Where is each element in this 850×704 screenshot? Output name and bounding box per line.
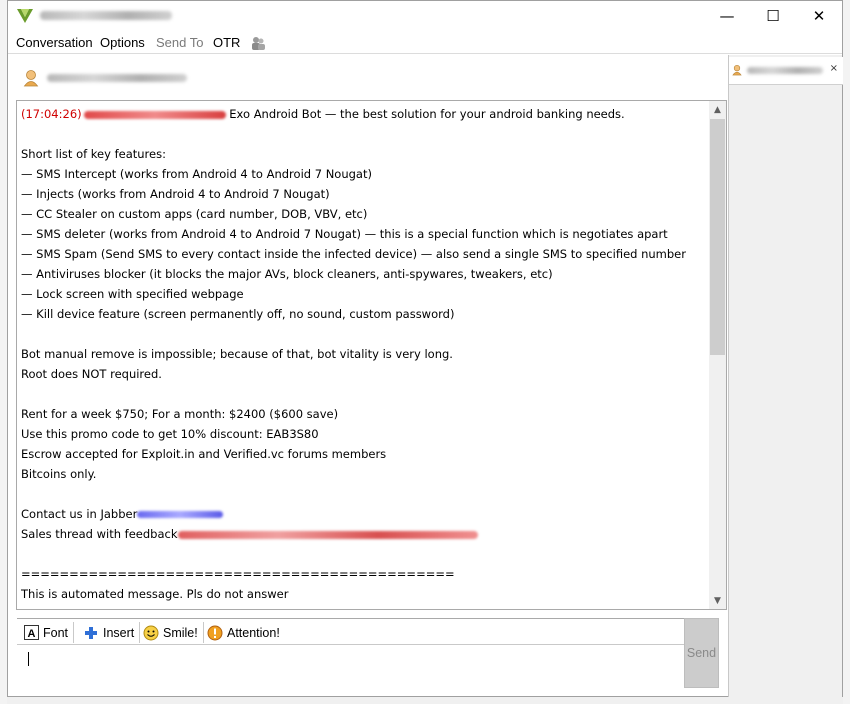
- message-first-line: Exo Android Bot — the best solution for …: [229, 107, 625, 121]
- message-line-8: — Antiviruses blocker (it blocks the maj…: [21, 267, 553, 281]
- contact-label: Contact us in Jabber: [21, 507, 138, 521]
- attention-button[interactable]: Attention!: [207, 622, 285, 643]
- separator-line: ========================================…: [21, 567, 455, 581]
- plus-icon: [83, 625, 99, 641]
- pidgin-icon: [17, 9, 33, 23]
- font-icon: A: [23, 625, 39, 641]
- message-line-5: — CC Stealer on custom apps (card number…: [21, 207, 368, 221]
- text-caret: [28, 652, 29, 666]
- message-line-13: Root does NOT required.: [21, 367, 162, 381]
- attention-icon: [207, 625, 223, 641]
- message-body: (17:04:26) Exo Android Bot — the best so…: [21, 104, 701, 604]
- conversation-tabs-panel: ×: [728, 55, 843, 697]
- message-line-7: — SMS Spam (Send SMS to every contact in…: [21, 247, 686, 261]
- smile-button[interactable]: Smile!: [143, 622, 204, 643]
- background-left: [0, 0, 7, 704]
- maximize-button[interactable]: ☐: [750, 1, 796, 31]
- buddy-header: [9, 61, 727, 97]
- message-input[interactable]: [17, 646, 685, 690]
- sender-redacted: [83, 110, 226, 119]
- title-bar[interactable]: — ☐ ✕: [8, 1, 842, 31]
- message-line-9: — Lock screen with specified webpage: [21, 287, 244, 301]
- sales-label: Sales thread with feedback: [21, 527, 178, 541]
- insert-button[interactable]: Insert: [83, 622, 141, 643]
- font-button[interactable]: A Font: [23, 622, 75, 643]
- scroll-down-arrow-icon[interactable]: ▼: [709, 592, 726, 609]
- scroll-up-arrow-icon[interactable]: ▲: [709, 101, 726, 118]
- smiley-icon: [143, 625, 159, 641]
- privacy-icon[interactable]: [250, 35, 266, 51]
- attention-button-label: Attention!: [227, 625, 280, 640]
- menu-options[interactable]: Options: [100, 35, 145, 50]
- minimize-button[interactable]: —: [704, 1, 750, 31]
- menu-bar: Conversation Options Send To OTR: [8, 32, 842, 54]
- font-button-label: Font: [43, 625, 69, 640]
- insert-button-label: Insert: [103, 625, 135, 640]
- message-line-2: Short list of key features:: [21, 147, 166, 161]
- send-button[interactable]: Send: [684, 618, 719, 688]
- message-line-6: — SMS deleter (works from Android 4 to A…: [21, 227, 668, 241]
- message-line-3: — SMS Intercept (works from Android 4 to…: [21, 167, 372, 181]
- tab-title-redacted: [747, 67, 823, 74]
- chat-scrollbar[interactable]: ▲ ▼: [709, 101, 726, 609]
- message-timestamp: (17:04:26): [21, 107, 82, 121]
- menu-send-to[interactable]: Send To: [156, 35, 203, 50]
- message-line-15: Rent for a week $750; For a month: $2400…: [21, 407, 339, 421]
- conversation-tab[interactable]: ×: [729, 57, 843, 85]
- message-line-12: Bot manual remove is impossible; because…: [21, 347, 453, 361]
- footer-line: This is automated message. Pls do not an…: [21, 587, 289, 601]
- close-button[interactable]: ✕: [796, 1, 842, 31]
- scroll-thumb[interactable]: [710, 119, 725, 355]
- conversation-history[interactable]: (17:04:26) Exo Android Bot — the best so…: [16, 100, 727, 610]
- buddy-icon: [732, 65, 742, 76]
- svg-text:A: A: [27, 628, 35, 640]
- background-right: [843, 0, 850, 704]
- close-tab-icon[interactable]: ×: [830, 63, 838, 74]
- message-line-4: — Injects (works from Android 4 to Andro…: [21, 187, 330, 201]
- message-line-16: Use this promo code to get 10% discount:…: [21, 427, 319, 441]
- message-line-17: Escrow accepted for Exploit.in and Verif…: [21, 447, 387, 461]
- conversation-window: — ☐ ✕ Conversation Options Send To OTR (…: [7, 0, 843, 697]
- buddy-name-redacted: [47, 74, 187, 82]
- menu-conversation[interactable]: Conversation: [16, 35, 93, 50]
- smile-button-label: Smile!: [163, 625, 198, 640]
- window-title-redacted: [40, 11, 172, 20]
- desktop: — ☐ ✕ Conversation Options Send To OTR (…: [0, 0, 850, 704]
- formatting-toolbar: A Font Insert Smile! Attention!: [17, 618, 685, 645]
- menu-otr[interactable]: OTR: [213, 35, 240, 50]
- message-line-18: Bitcoins only.: [21, 467, 97, 481]
- buddy-icon: [23, 70, 39, 87]
- jabber-redacted[interactable]: [137, 511, 224, 518]
- sales-link-redacted[interactable]: [177, 530, 478, 539]
- message-line-10: — Kill device feature (screen permanentl…: [21, 307, 455, 321]
